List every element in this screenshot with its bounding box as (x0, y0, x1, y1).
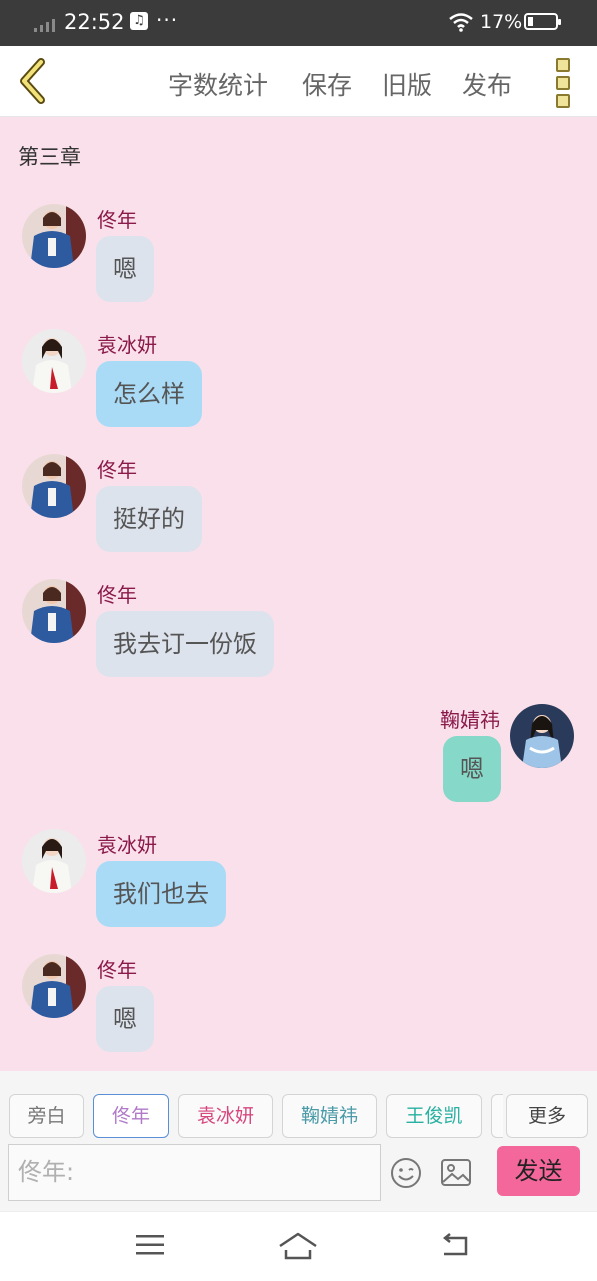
message-bubble[interactable]: 我去订一份饭 (96, 611, 274, 677)
status-more-indicator: ··· (156, 8, 179, 32)
role-chip-narration[interactable]: 旁白 (9, 1094, 84, 1138)
battery-percent: 17% (480, 11, 523, 33)
role-chip-wangjunkai[interactable]: 王俊凯 (386, 1094, 482, 1138)
chat-message[interactable]: 佟年 嗯 (0, 954, 597, 1071)
message-bubble[interactable]: 挺好的 (96, 486, 202, 552)
signal-icon (34, 19, 55, 32)
save-button[interactable]: 保存 (302, 66, 352, 102)
speaker-name: 佟年 (97, 458, 137, 482)
editor-toolbar: 字数统计 保存 旧版 发布 (0, 46, 597, 117)
chat-message[interactable]: 鞠婧祎 嗯 (0, 704, 597, 824)
chat-message[interactable]: 佟年 我去订一份饭 (0, 579, 597, 699)
speaker-name: 袁冰妍 (97, 333, 157, 357)
chat-message[interactable]: 佟年 挺好的 (0, 454, 597, 574)
avatar[interactable] (22, 454, 86, 518)
message-bubble[interactable]: 嗯 (96, 236, 154, 302)
role-chip-jujingyi[interactable]: 鞠婧祎 (282, 1094, 377, 1138)
battery-icon (524, 13, 561, 30)
emoji-smile-icon[interactable] (390, 1157, 422, 1189)
message-bubble[interactable]: 我们也去 (96, 861, 226, 927)
back-icon[interactable] (440, 1232, 470, 1258)
status-bar: 22:52 ♫ ··· 17% (0, 0, 597, 46)
image-icon[interactable] (440, 1158, 472, 1188)
chat-message[interactable]: 佟年 嗯 (0, 204, 597, 324)
chat-area[interactable]: 第三章 佟年 嗯 袁冰妍 怎么样 佟年 挺好的 佟年 我去订一份饭 鞠婧祎 嗯 … (0, 117, 597, 1071)
speaker-name: 佟年 (97, 583, 137, 607)
chat-message[interactable]: 袁冰妍 怎么样 (0, 329, 597, 449)
message-bubble[interactable]: 嗯 (96, 986, 154, 1052)
message-bubble[interactable]: 怎么样 (96, 361, 202, 427)
speaker-name: 袁冰妍 (97, 833, 157, 857)
menu-icon[interactable] (136, 1232, 164, 1258)
word-count-button[interactable]: 字数统计 (168, 66, 268, 102)
more-vertical-icon[interactable] (556, 58, 572, 112)
speaker-name: 佟年 (97, 958, 137, 982)
wifi-icon (449, 13, 473, 32)
chapter-title: 第三章 (18, 145, 81, 169)
avatar[interactable] (22, 329, 86, 393)
message-input[interactable]: 佟年: (8, 1144, 381, 1201)
chat-message[interactable]: 袁冰妍 我们也去 (0, 829, 597, 949)
speaker-name: 佟年 (97, 208, 137, 232)
message-bubble[interactable]: 嗯 (443, 736, 501, 802)
home-icon[interactable] (278, 1232, 318, 1260)
role-chip-yuanbingyan[interactable]: 袁冰妍 (178, 1094, 273, 1138)
avatar[interactable] (22, 579, 86, 643)
role-chip-partial[interactable] (491, 1094, 503, 1138)
chevron-left-icon[interactable] (14, 56, 54, 106)
role-chip-tongnian[interactable]: 佟年 (93, 1094, 169, 1138)
speaker-name: 鞠婧祎 (440, 708, 500, 732)
status-time: 22:52 (64, 10, 125, 34)
old-version-button[interactable]: 旧版 (382, 66, 432, 102)
more-roles-button[interactable]: 更多 (506, 1094, 588, 1138)
avatar[interactable] (22, 204, 86, 268)
avatar[interactable] (510, 704, 574, 768)
send-button[interactable]: 发送 (497, 1146, 580, 1196)
system-navbar (0, 1211, 597, 1281)
avatar[interactable] (22, 954, 86, 1018)
music-icon: ♫ (130, 12, 148, 30)
publish-button[interactable]: 发布 (462, 66, 512, 102)
avatar[interactable] (22, 829, 86, 893)
